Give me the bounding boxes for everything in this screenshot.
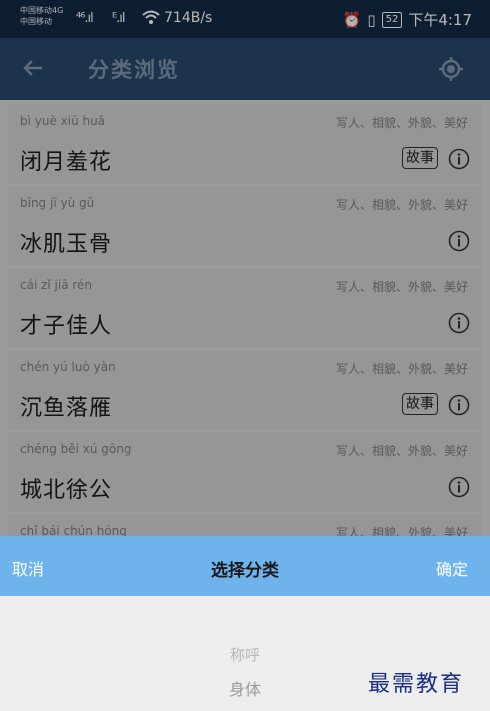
- screen: 中国移动4G 中国移动 ⁴⁶.ıl ᴱ.ıl 714B/s ⏰ ▯ 52 下午4…: [0, 0, 490, 711]
- picker-toolbar: 取消 选择分类 确定: [0, 536, 490, 596]
- confirm-button[interactable]: 确定: [436, 556, 468, 580]
- watermark: 最需教育: [368, 672, 465, 697]
- picker-option[interactable]: 称呼: [0, 644, 490, 665]
- picker-title: 选择分类: [211, 561, 279, 581]
